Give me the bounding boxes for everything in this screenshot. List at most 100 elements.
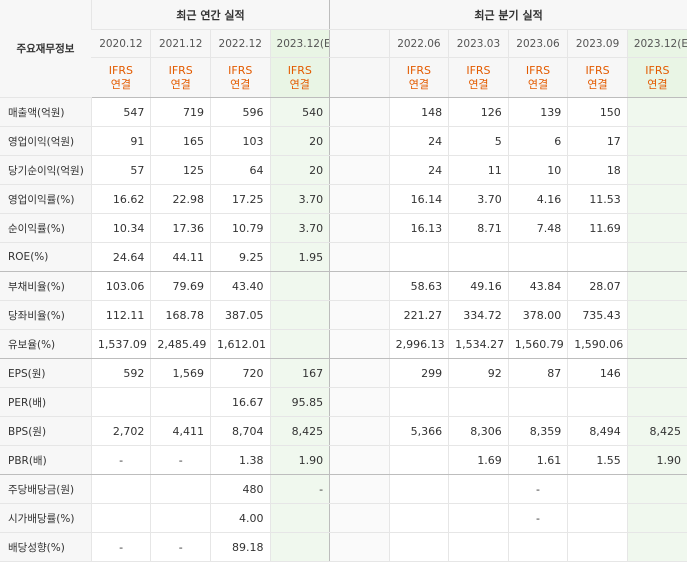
period-annual-2022: 2022.12 [209, 29, 271, 58]
quarter-cell: 6 [507, 126, 568, 156]
quarter-cell [448, 387, 509, 417]
basis-consolidated-label: 연결 [289, 77, 310, 91]
annual-cell [269, 532, 330, 562]
quarter-cell [567, 503, 628, 533]
gap-cell [329, 416, 390, 446]
quarter-cell: 299 [388, 358, 449, 388]
row-label: 주당배당금(원) [0, 474, 92, 504]
quarter-cell: - [507, 474, 568, 504]
quarter-cell [448, 474, 509, 504]
gap-cell [329, 300, 390, 330]
annual-cell: - [90, 445, 151, 475]
basis-quarter-2023-12-estimate: IFRS 연결 [626, 57, 687, 98]
annual-cell: 1.95 [269, 242, 330, 272]
quarter-cell [388, 445, 449, 475]
gap-cell [329, 532, 390, 562]
annual-cell: 4,411 [150, 416, 211, 446]
annual-cell: 592 [90, 358, 151, 388]
annual-cell: 9.25 [209, 242, 271, 272]
row-label: 당기순이익(억원) [0, 155, 92, 185]
basis-annual-2020: IFRS 연결 [91, 57, 151, 98]
quarter-cell: 18 [567, 155, 628, 185]
basis-ifrs-label: IFRS [287, 63, 312, 77]
quarter-cell [626, 155, 687, 185]
row-label: 부채비율(%) [0, 271, 92, 301]
quarter-cell [626, 474, 687, 504]
quarter-cell [626, 271, 687, 301]
quarter-cell [626, 242, 687, 272]
basis-ifrs-label: IFRS [466, 63, 491, 77]
annual-cell: 17.25 [209, 184, 271, 214]
quarter-cell: 5,366 [388, 416, 449, 446]
quarter-cell [507, 387, 568, 417]
quarter-cell: 7.48 [507, 213, 568, 243]
row-label: 영업이익(억원) [0, 126, 92, 156]
annual-cell: 64 [209, 155, 271, 185]
period-annual-2023-estimate: 2023.12(E) [269, 29, 330, 58]
quarter-cell: 8.71 [448, 213, 509, 243]
quarter-cell: 150 [567, 97, 628, 127]
annual-cell: 480 [209, 474, 271, 504]
quarter-cell: 87 [507, 358, 568, 388]
quarter-cell [448, 503, 509, 533]
quarter-cell [567, 532, 628, 562]
quarter-cell: 17 [567, 126, 628, 156]
annual-cell: 4.00 [209, 503, 271, 533]
table-row: 주당배당금(원) 480- - [0, 474, 687, 504]
quarter-cell [626, 300, 687, 330]
basis-quarter-2023-03: IFRS 연결 [448, 57, 509, 98]
annual-cell: 16.67 [209, 387, 271, 417]
quarter-cell: 4.16 [507, 184, 568, 214]
quarter-cell [448, 242, 509, 272]
annual-cell [150, 503, 211, 533]
table-row: 영업이익률(%) 16.62 22.98 17.25 3.70 16.14 3.70 4.16… [0, 184, 687, 214]
annual-cell: 103 [209, 126, 271, 156]
annual-cell: 20 [269, 155, 330, 185]
quarter-cell: 1,534.27 [448, 329, 509, 359]
gap-cell [329, 242, 390, 272]
row-label: EPS(원) [0, 358, 92, 388]
annual-cell [90, 387, 151, 417]
annual-cell: 1.38 [209, 445, 271, 475]
table-row: 순이익률(%) 10.34 17.36 10.79 3.70 16.13 8.71 7.48 1… [0, 213, 687, 243]
quarter-cell: 28.07 [567, 271, 628, 301]
quarter-cell: 92 [448, 358, 509, 388]
quarter-cell [626, 213, 687, 243]
quarter-cell [388, 242, 449, 272]
table-row: 배당성향(%) - -89.18 [0, 532, 687, 562]
quarter-cell: 378.00 [507, 300, 568, 330]
gap-cell [329, 184, 390, 214]
quarter-cell: 24 [388, 155, 449, 185]
quarter-cell [448, 532, 509, 562]
quarter-cell [567, 242, 628, 272]
annual-cell: 44.11 [150, 242, 211, 272]
quarter-cell: 11 [448, 155, 509, 185]
annual-cell [269, 300, 330, 330]
row-label: 당좌비율(%) [0, 300, 92, 330]
annual-cell: 17.36 [150, 213, 211, 243]
annual-cell [90, 474, 151, 504]
annual-cell: 91 [90, 126, 151, 156]
annual-cell: 103.06 [90, 271, 151, 301]
quarter-cell: 8,425 [626, 416, 687, 446]
table-row: 당좌비율(%) 112.11 168.78 387.05 221.27 334.72 378… [0, 300, 687, 330]
quarter-cell: 24 [388, 126, 449, 156]
row-label: 시가배당률(%) [0, 503, 92, 533]
annual-cell: 167 [269, 358, 330, 388]
gap-cell [329, 271, 390, 301]
basis-consolidated-label: 연결 [587, 77, 608, 91]
basis-ifrs-label: IFRS [525, 63, 551, 77]
row-label: 매출액(억원) [0, 97, 92, 127]
basis-quarter-2023-09: IFRS 연결 [567, 57, 628, 98]
quarter-cell: 5 [448, 126, 509, 156]
quarter-cell: - [507, 503, 568, 533]
quarter-cell: 49.16 [448, 271, 509, 301]
basis-annual-2021: IFRS 연결 [150, 57, 211, 98]
table-row: 유보율(%) 1,537.09 2,485.49 1,612.01 2,996.13 1,… [0, 329, 687, 359]
table-row: 매출액(억원) 547 719 596 540 148 126 139 150 [0, 97, 687, 127]
quarter-cell [388, 532, 449, 562]
annual-cell: 1,569 [150, 358, 211, 388]
row-label: PBR(배) [0, 445, 92, 475]
basis-consolidated-label: 연결 [468, 77, 489, 91]
annual-cell: 3.70 [269, 184, 330, 214]
